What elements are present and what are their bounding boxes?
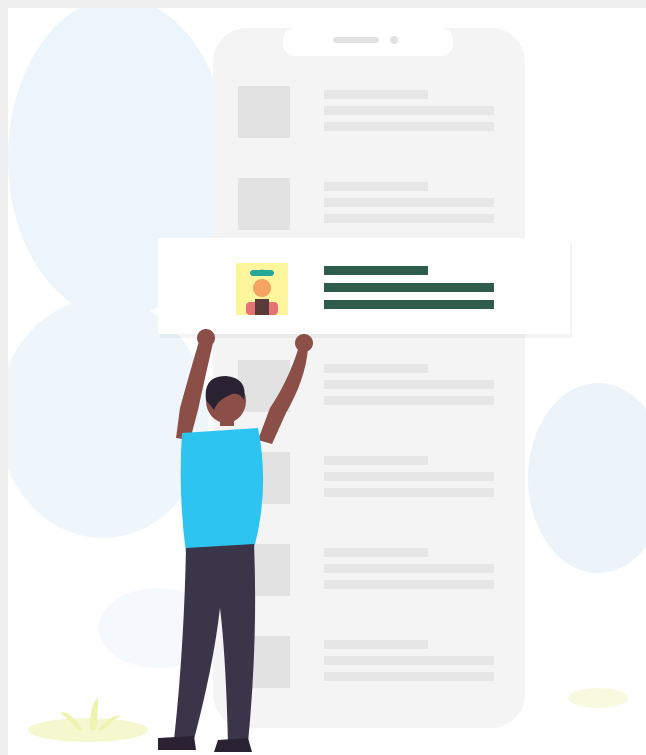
placeholder-line	[324, 182, 428, 191]
placeholder-line	[324, 580, 494, 589]
placeholder-line	[324, 456, 428, 465]
placeholder-line	[324, 564, 494, 573]
placeholder-line	[324, 472, 494, 481]
placeholder-line	[324, 198, 494, 207]
highlighted-card	[158, 238, 572, 338]
worker-avatar-icon	[236, 263, 288, 315]
placeholder-line	[324, 488, 494, 497]
placeholder-thumbnail	[238, 178, 290, 230]
illustration-scene	[8, 8, 646, 752]
placeholder-line	[324, 640, 428, 649]
plant-right	[568, 688, 628, 708]
placeholder-thumbnail	[238, 86, 290, 138]
placeholder-line	[324, 90, 428, 99]
placeholder-line	[324, 364, 428, 373]
placeholder-line	[324, 214, 494, 223]
illustration-canvas	[0, 0, 646, 755]
plant-left	[28, 698, 148, 742]
placeholder-line	[324, 106, 494, 115]
placeholder-line	[324, 656, 494, 665]
illustration-card	[8, 8, 646, 755]
placeholder-line	[324, 548, 428, 557]
placeholder-line	[324, 122, 494, 131]
placeholder-line	[324, 672, 494, 681]
placeholder-line	[324, 380, 494, 389]
placeholder-line	[324, 396, 494, 405]
